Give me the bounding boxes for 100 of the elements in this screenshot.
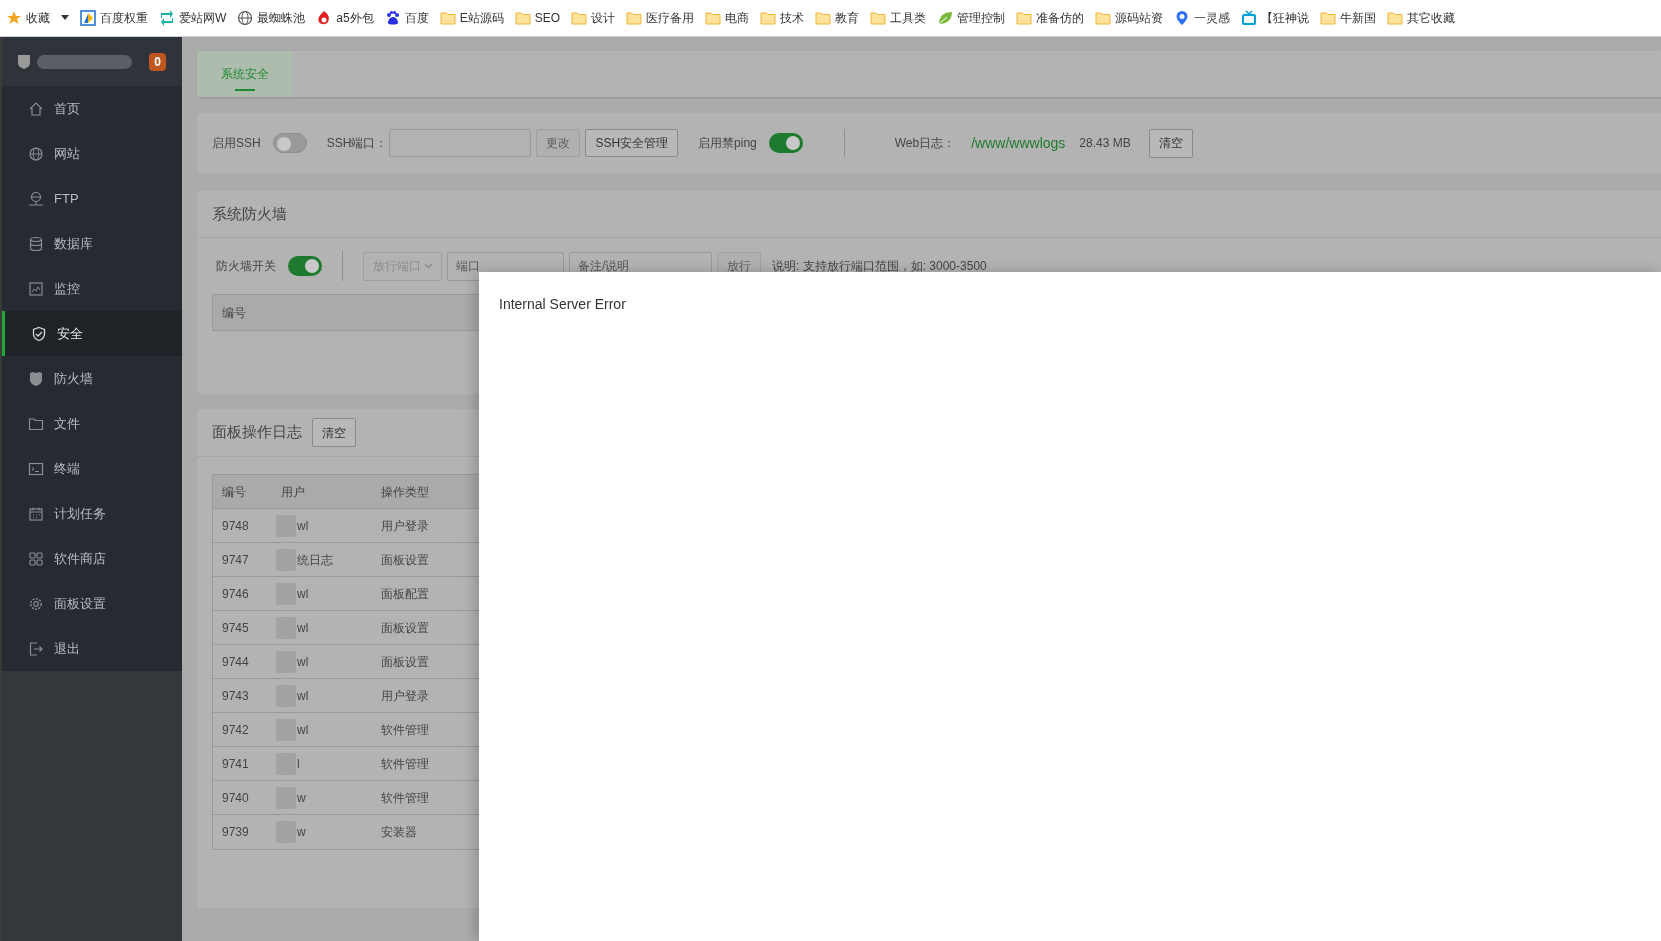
hint-text: 说明: 支持放行端口范围，如: 3000-3500 [772, 258, 987, 275]
globe-icon [28, 145, 44, 162]
shield-icon [28, 370, 44, 387]
shield-check-icon [31, 325, 47, 342]
star-icon [6, 10, 22, 26]
table-cell-text: wl [296, 721, 309, 739]
paw-icon [384, 10, 401, 26]
sidebar-item[interactable]: 退出 [2, 626, 182, 671]
table-cell-text: 9744 [221, 653, 250, 671]
table-cell-text: 面板设置 [380, 619, 429, 637]
bookmark-link[interactable]: 其它收藏 [1387, 9, 1456, 27]
button[interactable]: 清空 [1148, 128, 1193, 158]
table-cell-text: 安装器 [380, 824, 417, 841]
sidebar-item[interactable]: FTP [2, 176, 182, 221]
folder-icon [760, 10, 777, 26]
table-cell-text: wl [296, 517, 309, 535]
bookmark-link[interactable]: 准备仿的 [1016, 9, 1085, 27]
bookmark-link[interactable]: 电商 [705, 9, 750, 27]
bookmark-link[interactable]: a5外包 [316, 9, 374, 27]
table-cell-text: w [296, 824, 306, 841]
bookmark-link[interactable]: 【狂神说 [1241, 9, 1310, 27]
table-cell-text: 9745 [221, 619, 250, 637]
bookmark-link[interactable]: 技术 [760, 9, 805, 27]
table-cell-text: 统日志 [296, 551, 333, 569]
toggle-switch[interactable] [272, 133, 307, 153]
table-cell-text: 用户登录 [380, 687, 429, 705]
bookmark-link[interactable]: 教育 [815, 9, 860, 27]
bookmark-link[interactable]: 源码站资 [1095, 9, 1164, 27]
table-cell-text: wl [296, 619, 309, 637]
button[interactable]: SSH安全管理 [585, 129, 679, 157]
column-header: 操作类型 [380, 483, 430, 501]
arrows-icon [159, 10, 175, 26]
table-cell-text: 9748 [221, 517, 250, 535]
calendar-icon [28, 505, 44, 522]
table-cell-text: 9741 [221, 755, 250, 773]
table-cell-text: 9746 [221, 585, 250, 603]
notification-badge[interactable]: 0 [149, 52, 166, 71]
port-input-field[interactable] [389, 129, 532, 157]
bookmark-link[interactable]: 工具类 [870, 9, 927, 27]
folder-icon [705, 10, 722, 26]
sidebar-item[interactable]: 计划任务 [2, 491, 182, 536]
bookmark-link[interactable]: 牛新国 [1320, 9, 1377, 27]
field-label: SSH端口： [326, 135, 388, 152]
tv-icon [1241, 10, 1258, 26]
bookmark-link[interactable]: 最蜘蛛池 [237, 9, 306, 27]
folder-icon [571, 10, 588, 26]
sidebar-item[interactable]: 数据库 [2, 221, 182, 266]
leaf-icon [937, 10, 954, 26]
shield-logo-icon [17, 53, 31, 70]
grid-icon [28, 550, 44, 567]
column-header: 编号 [221, 483, 247, 501]
database-icon [28, 235, 44, 252]
table-cell-text: 软件管理 [380, 755, 429, 773]
folder-icon [439, 10, 456, 26]
table-cell-text: 面板设置 [380, 653, 429, 671]
bookmark-link[interactable]: 收藏 [6, 9, 50, 27]
button[interactable]: 清空 [312, 418, 356, 447]
table-cell-text: wl [296, 687, 309, 705]
folder-icon [28, 415, 44, 432]
table-cell-text: wl [296, 585, 309, 603]
field-label: 启用禁ping [698, 135, 757, 152]
sidebar-item[interactable]: 安全 [2, 311, 182, 356]
sidebar-item[interactable]: 文件 [2, 401, 182, 446]
column-header: 用户 [280, 483, 306, 501]
file-size-text: 28.43 MB [1079, 135, 1131, 152]
bookmark-link[interactable]: 医疗备用 [626, 9, 695, 27]
toggle-switch[interactable] [768, 133, 803, 153]
sidebar-item[interactable]: 终端 [2, 446, 182, 491]
bookmark-link[interactable]: 管理控制 [937, 9, 1006, 27]
bookmark-link[interactable]: SEO [514, 9, 561, 27]
bookmark-link[interactable]: 百度 [384, 9, 429, 27]
bookmark-link[interactable]: 百度权重 [80, 9, 148, 27]
table-cell-text: 9742 [221, 721, 250, 739]
table-cell-text: wl [296, 653, 309, 671]
folder-icon [1095, 10, 1112, 26]
table-cell-text: 面板设置 [380, 551, 429, 569]
folder-icon [1016, 10, 1033, 26]
bookmark-link[interactable]: 设计 [571, 9, 616, 27]
table-cell-text: 用户登录 [380, 517, 429, 535]
logout-icon [28, 640, 44, 657]
toggle-switch[interactable] [288, 256, 322, 276]
sidebar-item[interactable]: 监控 [2, 266, 182, 311]
table-cell-text: 面板配置 [380, 585, 429, 603]
sidebar-item[interactable]: 首页 [2, 86, 182, 131]
bookmark-link[interactable]: 一灵感 [1174, 9, 1231, 27]
sidebar-item[interactable]: 防火墙 [2, 356, 182, 401]
sidebar-item[interactable]: 软件商店 [2, 536, 182, 581]
document-icon [80, 10, 96, 26]
table-cell-text: 软件管理 [380, 721, 429, 739]
table-cell-text: w [296, 789, 306, 807]
sidebar-item[interactable]: 网站 [2, 131, 182, 176]
bookmark-link[interactable]: E站源码 [439, 9, 504, 27]
table-cell-text: 9747 [221, 551, 250, 569]
folder-icon [1387, 10, 1404, 26]
sidebar-item[interactable]: 面板设置 [2, 581, 182, 626]
bookmark-link[interactable]: 爱站网W [159, 9, 227, 27]
folder-icon [1320, 10, 1337, 26]
table-cell-text: l [296, 755, 300, 773]
terminal-icon [28, 460, 44, 477]
column-header: 编号 [221, 304, 246, 322]
